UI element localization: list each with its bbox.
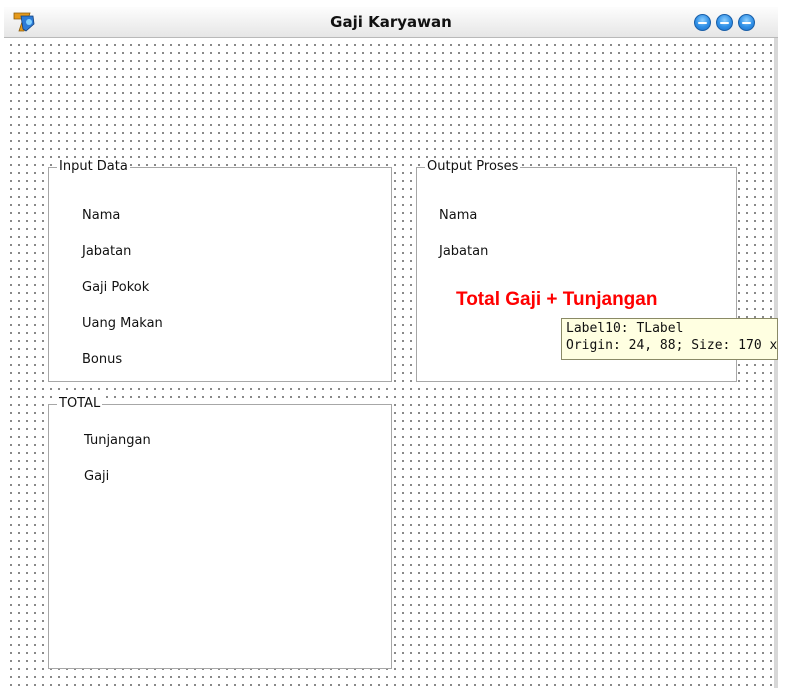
label-gaji[interactable]: Gaji [84,469,109,484]
label-nama[interactable]: Nama [82,208,120,223]
tooltip-line-1: Label10: TLabel [566,321,684,336]
maximize-button[interactable] [716,14,733,31]
label-tunjangan[interactable]: Tunjangan [84,433,151,448]
total-group[interactable]: TOTAL Tunjangan Gaji [48,396,392,669]
minimize-button[interactable] [694,14,711,31]
close-button[interactable] [738,14,755,31]
form-designer-window: Gaji Karyawan Input Data Nama Jabatan Ga… [4,7,778,688]
label-uang-makan[interactable]: Uang Makan [82,316,163,331]
label-bonus[interactable]: Bonus [82,352,122,367]
form-canvas[interactable]: Input Data Nama Jabatan Gaji Pokok Uang … [4,38,778,688]
tooltip-line-2: Origin: 24, 88; Size: 170 x [566,338,778,353]
screenshot-stage: Gaji Karyawan Input Data Nama Jabatan Ga… [0,0,789,688]
total-caption: TOTAL [57,396,103,412]
title-bar[interactable]: Gaji Karyawan [4,7,778,38]
label-jabatan[interactable]: Jabatan [82,244,131,259]
input-data-group[interactable]: Input Data Nama Jabatan Gaji Pokok Uang … [48,159,392,382]
output-proses-caption: Output Proses [425,159,521,175]
label-gaji-pokok[interactable]: Gaji Pokok [82,280,149,295]
component-hint-tooltip: Label10: TLabel Origin: 24, 88; Size: 17… [561,318,778,360]
input-data-caption: Input Data [57,159,130,175]
window-title: Gaji Karyawan [330,13,452,31]
total-gaji-tunjangan-label[interactable]: Total Gaji + Tunjangan [456,289,657,311]
canvas-edge [774,38,778,688]
output-label-jabatan[interactable]: Jabatan [439,244,488,259]
output-label-nama[interactable]: Nama [439,208,477,223]
